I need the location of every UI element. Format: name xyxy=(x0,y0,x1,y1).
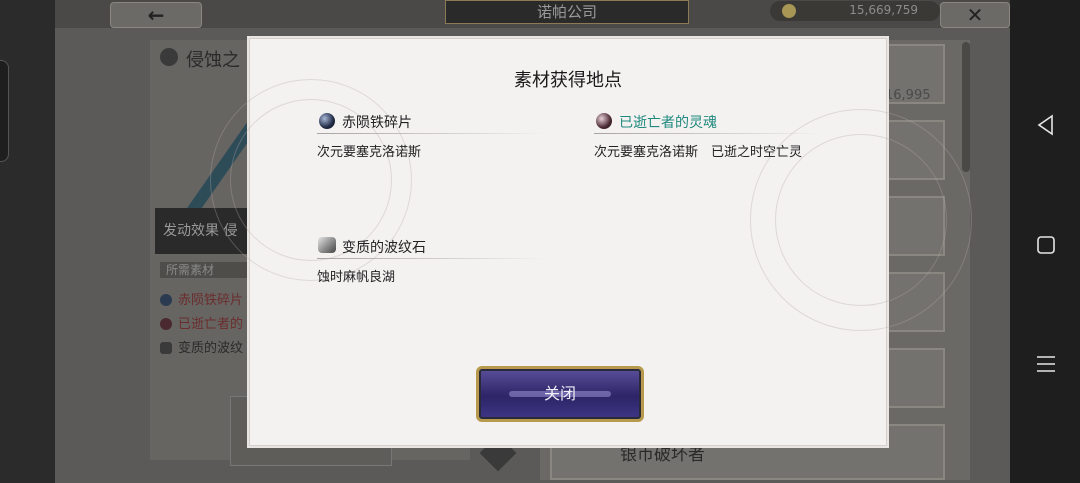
material-source-dialog: 素材获得地点 赤陨铁碎片 次元要塞克洛诺斯 已逝亡者的灵魂 次元要塞克洛诺斯 已… xyxy=(210,38,972,446)
material-name: 已逝亡者的灵魂 xyxy=(619,115,717,131)
nav-back-button[interactable] xyxy=(1034,113,1058,137)
ore-stone-icon xyxy=(318,237,336,253)
close-button-label: 关闭 xyxy=(543,384,576,403)
material-name: 变质的波纹石 xyxy=(342,240,426,256)
close-x-icon: ✕ xyxy=(966,3,984,27)
weapon-badge-icon xyxy=(160,48,178,66)
required-item[interactable]: 赤陨铁碎片 xyxy=(160,289,243,308)
company-title: 诺帕公司 xyxy=(445,0,689,24)
back-arrow-icon: ← xyxy=(147,3,165,27)
close-button[interactable]: 关闭 xyxy=(476,366,644,422)
exit-button[interactable]: ✕ xyxy=(940,2,1010,28)
dark-orb-icon xyxy=(319,113,335,129)
material-location: 次元要塞克洛诺斯 xyxy=(317,145,422,160)
nav-back-icon xyxy=(1037,114,1053,136)
nav-menu-icon xyxy=(1037,356,1055,372)
material-location: 次元要塞克洛诺斯 已逝之时空亡灵 xyxy=(594,145,803,160)
weapon-name: 侵蚀之 xyxy=(186,50,240,71)
nav-menu-button[interactable] xyxy=(1034,352,1058,376)
required-materials-label: 所需素材 xyxy=(160,262,250,278)
ore-stone-icon xyxy=(160,342,172,354)
divider xyxy=(317,133,547,134)
required-item[interactable]: 变质的波纹 xyxy=(160,337,243,356)
dialog-title: 素材获得地点 xyxy=(514,70,622,91)
material-location: 蚀时麻帆良湖 xyxy=(317,270,396,285)
divider xyxy=(594,133,824,134)
material-name: 赤陨铁碎片 xyxy=(342,115,412,131)
required-item[interactable]: 已逝亡者的 xyxy=(160,313,243,332)
soul-orb-icon xyxy=(160,318,172,330)
right-number: 16,995 xyxy=(885,88,931,103)
coin-counter: 15,669,759 xyxy=(770,1,940,21)
back-button[interactable]: ← xyxy=(110,2,202,28)
edge-notch xyxy=(0,60,9,162)
divider xyxy=(317,258,547,259)
nav-home-button[interactable] xyxy=(1034,233,1058,257)
dark-orb-icon xyxy=(160,294,172,306)
nav-home-icon xyxy=(1037,236,1055,254)
coin-amount: 15,669,759 xyxy=(849,3,918,17)
soul-orb-icon xyxy=(596,113,612,129)
coin-icon xyxy=(782,4,796,18)
scrollbar[interactable] xyxy=(962,42,970,172)
